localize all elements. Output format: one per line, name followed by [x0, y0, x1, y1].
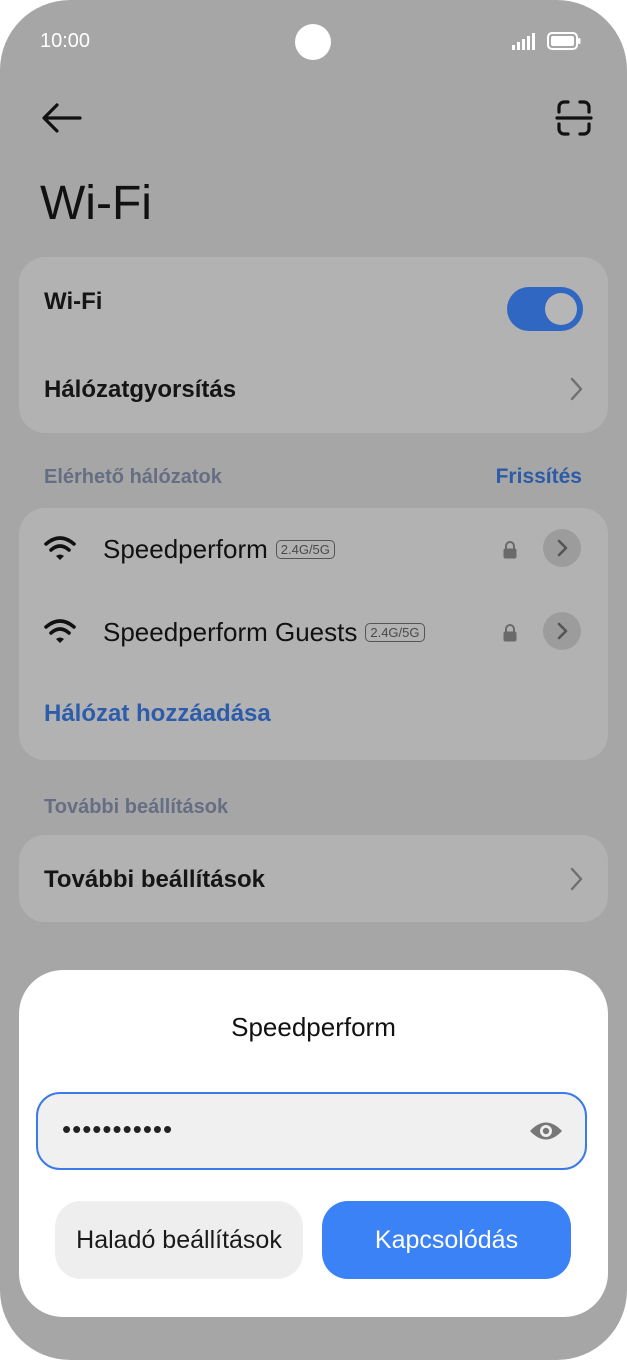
password-input[interactable]: ••••••••••• — [36, 1092, 587, 1170]
network-name-row: Speedperform Guests 2.4G/5G — [103, 617, 425, 648]
more-settings-label: További beállítások — [44, 866, 265, 893]
network-item[interactable]: Speedperform 2.4G/5G — [19, 508, 608, 588]
dialog-title: Speedperform — [231, 1012, 396, 1042]
available-networks-label: Elérhető hálózatok — [44, 466, 222, 488]
page-title: Wi-Fi — [40, 177, 152, 230]
networks-card: Speedperform 2.4G/5G Speedperform Guests 2… — [19, 508, 608, 760]
wifi-card: Wi-Fi Hálózatgyorsítás — [19, 257, 608, 433]
advanced-settings-button[interactable]: Haladó beállítások — [55, 1201, 303, 1279]
more-settings-card: További beállítások — [19, 835, 608, 922]
add-network-button[interactable]: Hálózat hozzáadása — [44, 700, 271, 728]
network-name-row: Speedperform 2.4G/5G — [103, 534, 335, 565]
wifi-toggle[interactable] — [507, 287, 583, 331]
lock-icon — [503, 541, 517, 559]
scan-qr-icon[interactable] — [554, 98, 594, 138]
password-value: ••••••••••• — [62, 1114, 174, 1144]
chevron-right-icon — [557, 539, 568, 557]
lock-icon — [503, 624, 517, 642]
wifi-label: Wi-Fi — [44, 288, 103, 315]
network-item[interactable]: Speedperform Guests 2.4G/5G — [19, 591, 608, 671]
arrow-left-icon[interactable] — [40, 98, 84, 138]
network-name: Speedperform — [103, 534, 268, 564]
front-camera — [295, 24, 331, 60]
network-details-button[interactable] — [543, 529, 581, 567]
more-settings-section-label: További beállítások — [44, 796, 229, 818]
connect-button[interactable]: Kapcsolódás — [322, 1201, 571, 1279]
refresh-button[interactable]: Frissítés — [496, 465, 582, 489]
connect-dialog: Speedperform ••••••••••• Haladó beállítá… — [19, 970, 608, 1317]
wifi-signal-icon — [44, 536, 76, 560]
eye-icon[interactable] — [529, 1120, 563, 1142]
chevron-right-icon — [570, 867, 583, 891]
wifi-signal-icon — [44, 619, 76, 643]
network-name: Speedperform Guests — [103, 617, 358, 647]
band-badge: 2.4G/5G — [365, 623, 425, 642]
chevron-right-icon — [570, 377, 583, 401]
network-details-button[interactable] — [543, 612, 581, 650]
phone-screen: 10:00 Wi-Fi Wi-Fi Hálózatgyorsítás Elérh… — [0, 0, 627, 1360]
band-badge: 2.4G/5G — [275, 540, 335, 559]
network-acceleration-label: Hálózatgyorsítás — [44, 376, 237, 403]
network-acceleration-row[interactable]: Hálózatgyorsítás — [19, 354, 608, 424]
status-time: 10:00 — [40, 30, 91, 52]
wifi-toggle-row[interactable]: Wi-Fi — [19, 266, 608, 336]
signal-icon — [512, 32, 542, 50]
chevron-right-icon — [557, 622, 568, 640]
toggle-knob — [545, 293, 577, 325]
battery-icon — [547, 32, 581, 50]
status-bar: 10:00 — [0, 0, 627, 84]
more-settings-row[interactable]: További beállítások — [19, 844, 608, 914]
